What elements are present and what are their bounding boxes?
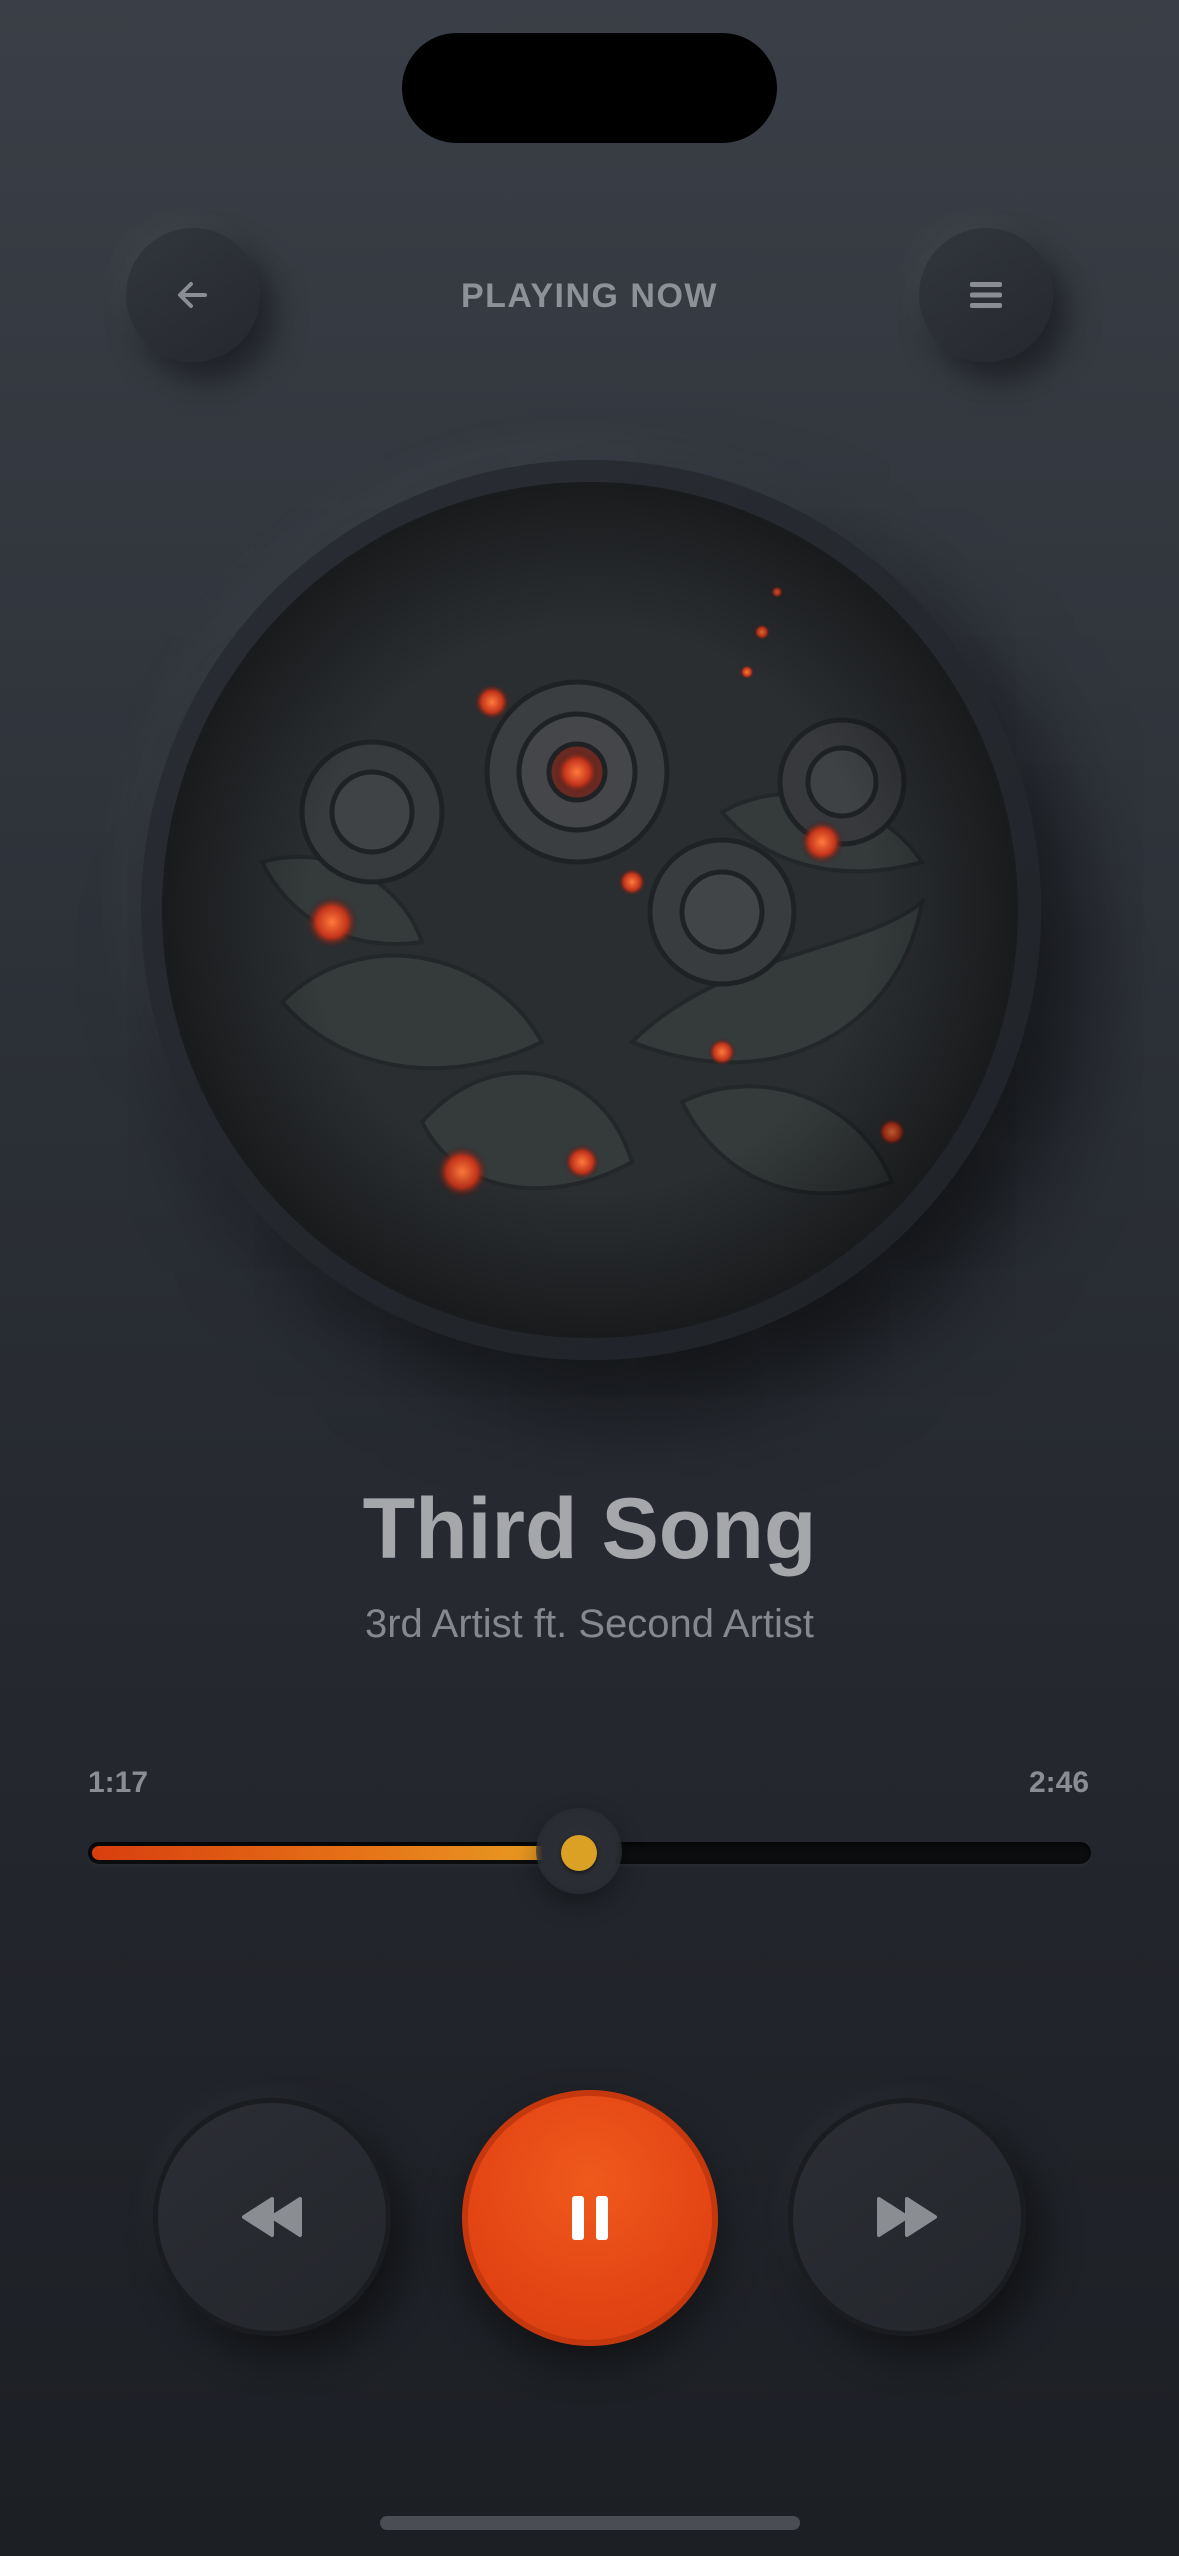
album-cover-image (162, 482, 1018, 1338)
song-artist: 3rd Artist ft. Second Artist (364, 1602, 815, 1646)
song-title: Third Song (362, 1481, 817, 1577)
home-indicator[interactable] (380, 2516, 800, 2530)
elapsed-time: 1:17 (88, 1766, 149, 1799)
fast-forward-button[interactable] (788, 2098, 1026, 2336)
rewind-button[interactable] (153, 2098, 391, 2336)
hamburger-menu-icon (970, 282, 1002, 308)
rewind-icon (242, 2197, 302, 2237)
fast-forward-icon (877, 2197, 937, 2237)
progress-fill (92, 1846, 579, 1860)
album-art (162, 482, 1018, 1338)
menu-button[interactable] (919, 228, 1053, 362)
progress-knob[interactable] (560, 1835, 597, 1871)
pause-button[interactable] (462, 2090, 718, 2346)
dynamic-island (402, 33, 777, 143)
total-time: 2:46 (1028, 1766, 1089, 1799)
pause-icon (572, 2196, 608, 2240)
